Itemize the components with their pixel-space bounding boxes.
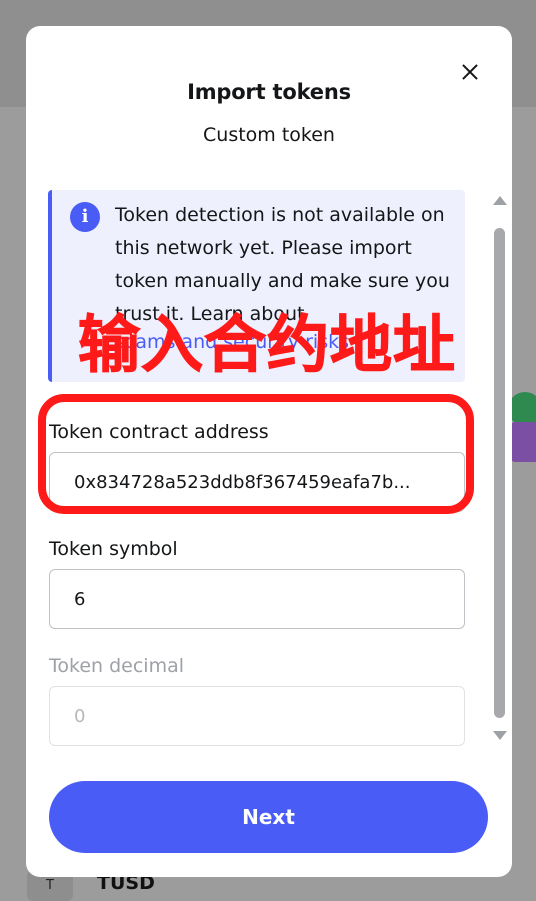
token-decimal-label: Token decimal bbox=[49, 655, 185, 677]
token-art-shape bbox=[508, 422, 536, 462]
annotation-highlight-box bbox=[38, 394, 474, 514]
scrollbar[interactable] bbox=[492, 196, 508, 766]
modal-title: Import tokens bbox=[187, 80, 351, 104]
annotation-text: 输入合约地址 bbox=[77, 308, 457, 381]
token-symbol-input[interactable] bbox=[49, 569, 465, 629]
scroll-up-arrow-icon[interactable] bbox=[493, 196, 507, 205]
scroll-down-arrow-icon[interactable] bbox=[493, 731, 507, 740]
next-button[interactable]: Next bbox=[49, 781, 488, 853]
tab-custom-token[interactable]: Custom token bbox=[26, 124, 512, 146]
background-token-art bbox=[508, 386, 536, 472]
close-icon[interactable] bbox=[452, 54, 488, 90]
info-icon: i bbox=[70, 202, 100, 232]
token-decimal-input[interactable] bbox=[49, 686, 465, 746]
token-symbol-label: Token symbol bbox=[49, 538, 178, 560]
token-art-circle bbox=[508, 392, 536, 426]
scrollbar-thumb[interactable] bbox=[494, 228, 505, 718]
